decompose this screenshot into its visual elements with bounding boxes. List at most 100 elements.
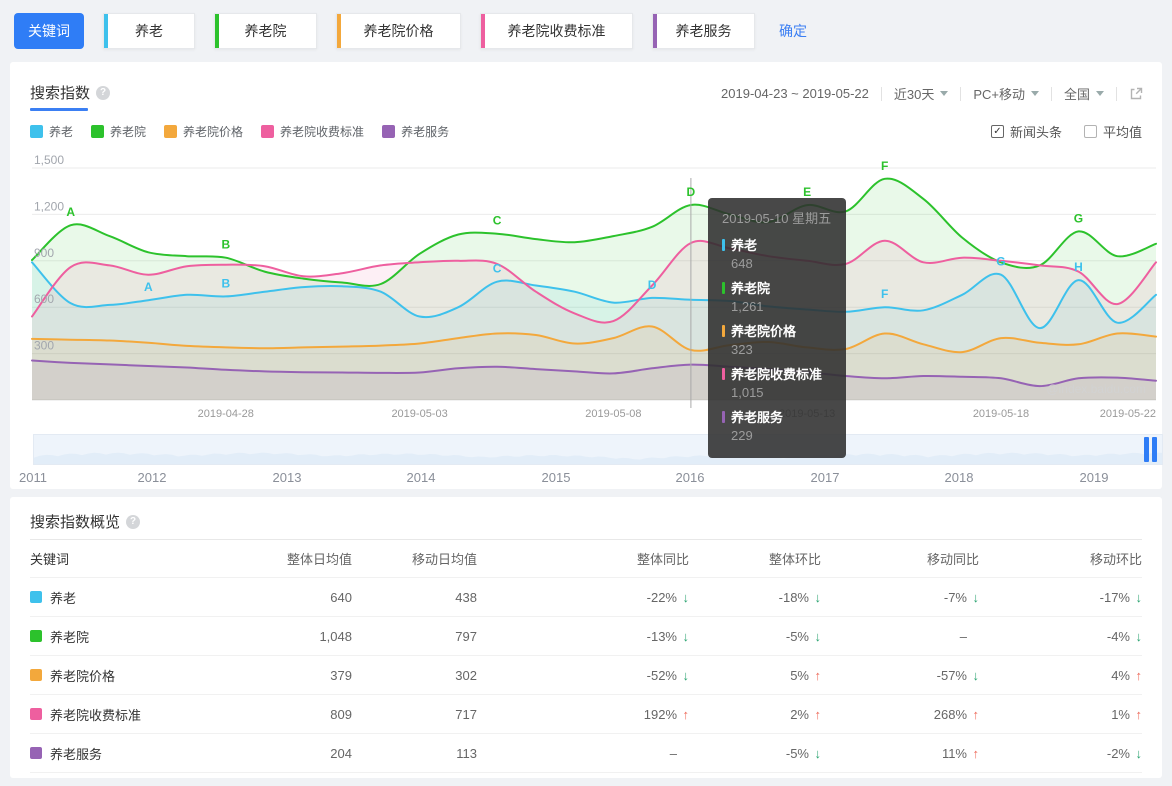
keyword-chip[interactable]: 养老服务: [652, 13, 755, 49]
event-marker-G[interactable]: G: [1074, 211, 1083, 225]
legend-swatch: [91, 125, 105, 138]
year-label: 2014: [406, 470, 436, 485]
overall-avg-value: 640: [330, 589, 352, 605]
tooltip-series-name: 养老院价格: [731, 324, 797, 339]
overall-yoy-value: -13% ↓: [646, 628, 689, 644]
help-icon[interactable]: [126, 514, 141, 529]
col-mobile-yoy: 移动同比: [926, 552, 979, 567]
table-row: 养老院收费标准 809 717 192% ↑ 2% ↑ 268% ↑ 1% ↑: [30, 695, 1142, 734]
keyword-swatch: [30, 630, 42, 642]
y-tick-label: 600: [34, 292, 54, 306]
year-label: 2015: [541, 470, 571, 485]
keyword-swatch: [30, 708, 42, 720]
col-overall-mom: 整体环比: [768, 552, 821, 567]
tooltip-item: 养老院 1,261: [722, 278, 832, 314]
event-marker-A[interactable]: A: [66, 205, 75, 219]
legend-swatch: [164, 125, 178, 138]
mobile-avg-value: 113: [456, 745, 477, 761]
keyword-chip[interactable]: 养老院价格: [336, 13, 461, 49]
chevron-down-icon: [940, 91, 949, 96]
col-overall-avg: 整体日均值: [286, 552, 352, 567]
mobile-avg-value: 797: [455, 628, 477, 644]
table-row: 养老服务 204 113 – -5% ↓ 11% ↑ -2% ↓: [30, 734, 1142, 773]
trend-arrow-icon: ↑: [1135, 667, 1143, 683]
legend-item[interactable]: 养老服务: [382, 123, 449, 140]
x-tick-label: 2019-04-28: [198, 408, 254, 420]
legend-item[interactable]: 养老院价格: [164, 123, 243, 140]
range-dropdown[interactable]: 近30天: [894, 84, 949, 103]
year-label: 2011: [19, 470, 47, 485]
keyword-filter-button[interactable]: 关键词: [14, 13, 84, 49]
keyword-name: 养老院价格: [50, 668, 116, 684]
confirm-link[interactable]: 确定: [779, 21, 807, 41]
trend-arrow-icon: ↑: [814, 667, 822, 683]
event-marker-C[interactable]: C: [493, 262, 502, 276]
col-overall-yoy: 整体同比: [636, 552, 689, 567]
mobile-yoy-value: –: [959, 628, 967, 644]
tooltip-series-bar: [722, 324, 725, 337]
trend-arrow-icon: ↑: [972, 745, 980, 761]
year-label: 2016: [675, 470, 705, 485]
overall-avg-value: 1,048: [319, 628, 352, 644]
overview-title: 搜索指数概览: [30, 511, 141, 532]
help-icon[interactable]: [96, 85, 111, 100]
tooltip-series-bar: [722, 410, 725, 423]
event-marker-B[interactable]: B: [221, 276, 230, 290]
mobile-mom-value: -2% ↓: [1106, 745, 1142, 761]
legend-item[interactable]: 养老: [30, 123, 73, 140]
divider: [960, 86, 962, 101]
region-dropdown[interactable]: 全国: [1064, 84, 1104, 103]
event-marker-H[interactable]: H: [1074, 260, 1083, 274]
overall-mom-value: -18% ↓: [778, 589, 822, 605]
event-marker-B[interactable]: B: [221, 238, 230, 252]
keyword-toolbar: 关键词 养老 养老院 养老院价格 养老院收费标准 养老服务 确定: [0, 0, 1172, 62]
legend-swatch: [261, 125, 275, 138]
tab-label: 搜索指数: [30, 85, 91, 102]
overall-yoy-value: 192% ↑: [643, 706, 689, 722]
date-range: 2019-04-23 ~ 2019-05-22: [721, 86, 869, 101]
mobile-yoy-value: -7% ↓: [943, 589, 979, 605]
trend-arrow-icon: ↓: [814, 589, 822, 605]
legend-item[interactable]: 养老院: [91, 123, 146, 140]
event-marker-C[interactable]: C: [493, 214, 502, 228]
event-marker-A[interactable]: A: [144, 280, 153, 294]
checkbox-checked-icon: [990, 125, 1004, 138]
trend-arrow-icon: ↑: [972, 706, 980, 722]
overview-table: 关键词 整体日均值 移动日均值 整体同比 整体环比 移动同比 移动环比 养老 6…: [30, 539, 1142, 773]
average-checkbox[interactable]: 平均值: [1083, 122, 1142, 141]
timeline-slider[interactable]: [33, 434, 1163, 465]
keyword-chip[interactable]: 养老: [103, 13, 195, 49]
overall-mom-value: 2% ↑: [790, 706, 821, 722]
overview-title-text: 搜索指数概览: [30, 514, 121, 531]
legend-label: 养老院收费标准: [280, 125, 365, 139]
overall-mom-value: -5% ↓: [785, 745, 821, 761]
slider-handle-left[interactable]: [1144, 437, 1149, 462]
tooltip-series-bar: [722, 367, 725, 380]
event-marker-F[interactable]: F: [881, 287, 888, 301]
chevron-down-icon: [1030, 91, 1039, 96]
timeline-years: 2011 2012 2013 2014 2015 2016 2017 2018 2019: [10, 470, 1162, 486]
search-index-card: 搜索指数 2019-04-23 ~ 2019-05-22 近30天 PC+移动 …: [10, 62, 1163, 489]
event-marker-D[interactable]: D: [687, 185, 696, 199]
slider-handle-right[interactable]: [1152, 437, 1157, 462]
tooltip-series-bar: [722, 238, 725, 251]
keyword-chip[interactable]: 养老院: [214, 13, 317, 49]
mobile-mom-value: -17% ↓: [1099, 589, 1143, 605]
trend-chart[interactable]: 300 600 900 1,200 1,500 2019-04-28 2019-05-03 2…: [20, 150, 1162, 422]
overall-avg-value: 379: [330, 667, 352, 683]
keyword-color-bar: [653, 14, 657, 48]
news-checkbox[interactable]: 新闻头条: [990, 122, 1062, 141]
event-marker-G[interactable]: G: [996, 255, 1005, 269]
keyword-chip[interactable]: 养老院收费标准: [480, 13, 633, 49]
legend-item[interactable]: 养老院收费标准: [261, 123, 364, 140]
tab-search-index[interactable]: 搜索指数: [30, 82, 111, 103]
trend-arrow-icon: ↓: [1135, 589, 1143, 605]
event-marker-F[interactable]: F: [881, 159, 888, 173]
export-icon[interactable]: [1129, 86, 1144, 101]
event-marker-D[interactable]: D: [648, 278, 657, 292]
mobile-avg-value: 717: [455, 706, 477, 722]
keyword-swatch: [30, 747, 42, 759]
tooltip-date: 2019-05-10 星期五: [722, 211, 832, 226]
keyword-chip-label: 养老院收费标准: [507, 23, 606, 39]
device-dropdown[interactable]: PC+移动: [973, 84, 1039, 103]
